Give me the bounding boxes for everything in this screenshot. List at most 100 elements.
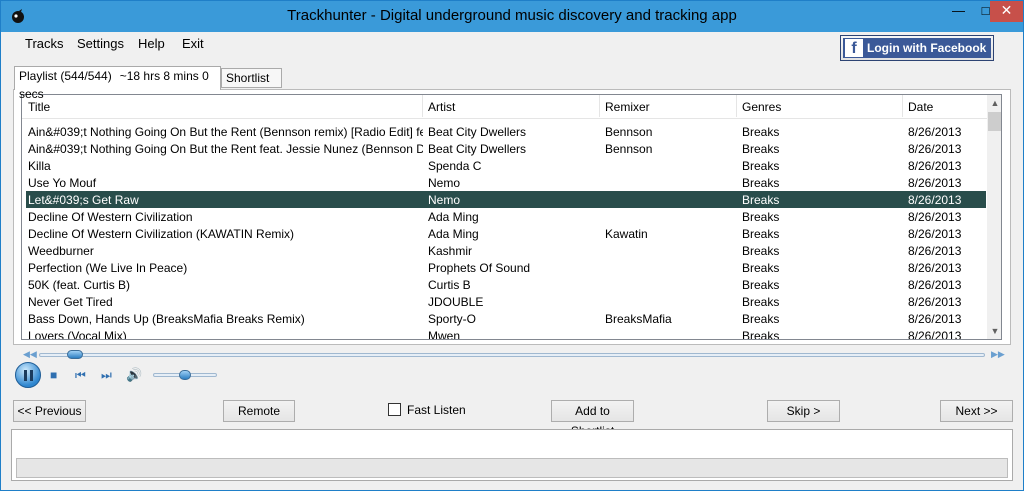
track-genre: Breaks: [742, 227, 780, 241]
table-row[interactable]: Ain&#039;t Nothing Going On But the Rent…: [26, 123, 986, 140]
table-row[interactable]: Killa Spenda C Breaks 8/26/2013: [26, 157, 986, 174]
previous-button[interactable]: << Previous: [13, 400, 86, 422]
track-artist: Beat City Dwellers: [428, 142, 527, 156]
skip-button[interactable]: Skip >: [767, 400, 840, 422]
track-date: 8/26/2013: [908, 193, 962, 207]
track-genre: Breaks: [742, 125, 780, 139]
track-genre: Breaks: [742, 329, 780, 340]
track-artist: Curtis B: [428, 278, 471, 292]
minimize-icon[interactable]: —: [945, 1, 972, 22]
track-remixer: Bennson: [605, 125, 653, 139]
track-remixer: BreaksMafia: [605, 312, 672, 326]
scrollbar-thumb[interactable]: [988, 112, 1001, 131]
column-divider[interactable]: [422, 95, 423, 117]
tab-playlist-label: Playlist (544/544): [19, 69, 112, 83]
table-row[interactable]: Never Get Tired JDOUBLE Breaks 8/26/2013: [26, 293, 986, 310]
track-genre: Breaks: [742, 193, 780, 207]
track-artist: Nemo: [428, 193, 461, 207]
track-artist: Ada Ming: [428, 210, 479, 224]
track-artist: Ada Ming: [428, 227, 479, 241]
volume-thumb[interactable]: [179, 370, 191, 380]
progress-bar: [16, 458, 1008, 478]
table-row[interactable]: Use Yo Mouf Nemo Breaks 8/26/2013: [26, 174, 986, 191]
track-date: 8/26/2013: [908, 329, 962, 340]
track-title: Never Get Tired: [28, 295, 113, 309]
track-list-header: Title Artist Remixer Genres Date: [22, 95, 988, 119]
table-row[interactable]: Lovers (Vocal Mix) Mwen Breaks 8/26/2013: [26, 327, 986, 340]
column-header-artist[interactable]: Artist: [428, 100, 455, 114]
track-artist: Kashmir: [428, 244, 473, 258]
track-date: 8/26/2013: [908, 261, 962, 275]
seek-back-icon: ◀◀: [23, 349, 37, 359]
next-track-icon[interactable]: ⏭: [101, 368, 112, 383]
scroll-up-icon[interactable]: ▲: [987, 95, 1001, 111]
track-date: 8/26/2013: [908, 176, 962, 190]
track-date: 8/26/2013: [908, 142, 962, 156]
close-icon[interactable]: ✕: [990, 1, 1023, 22]
column-divider[interactable]: [736, 95, 737, 117]
table-row[interactable]: Decline Of Western Civilization (KAWATIN…: [26, 225, 986, 242]
stop-icon[interactable]: ■: [50, 368, 57, 382]
column-header-date[interactable]: Date: [908, 100, 933, 114]
track-title: Perfection (We Live In Peace): [28, 261, 188, 275]
track-title: Decline Of Western Civilization (KAWATIN…: [28, 227, 295, 241]
table-row[interactable]: Decline Of Western Civilization Ada Ming B…: [26, 208, 986, 225]
track-date: 8/26/2013: [908, 159, 962, 173]
previous-track-icon[interactable]: ⏮: [75, 368, 86, 383]
title-bar[interactable]: Trackhunter - Digital underground music …: [1, 1, 1023, 32]
pause-button[interactable]: [15, 362, 41, 388]
table-row[interactable]: Weedburner Kashmir Breaks 8/26/2013: [26, 242, 986, 259]
track-date: 8/26/2013: [908, 244, 962, 258]
menu-tracks[interactable]: Tracks: [25, 36, 64, 51]
next-button[interactable]: Next >>: [940, 400, 1013, 422]
track-title: 50K (feat. Curtis B): [28, 278, 131, 292]
tab-shortlist[interactable]: Shortlist (0): [221, 68, 282, 103]
track-title: Bass Down, Hands Up (BreaksMafia Breaks …: [28, 312, 305, 326]
volume-icon[interactable]: 🔊: [126, 367, 142, 383]
table-row[interactable]: Ain&#039;t Nothing Going On But the Rent…: [26, 140, 986, 157]
track-genre: Breaks: [742, 159, 780, 173]
table-row[interactable]: Perfection (We Live In Peace) Prophets Of…: [26, 259, 986, 276]
menu-settings[interactable]: Settings: [77, 36, 124, 51]
track-artist: Beat City Dwellers: [428, 125, 527, 139]
track-remixer: Kawatin: [605, 227, 648, 241]
fast-listen-checkbox[interactable]: [388, 403, 401, 416]
facebook-login-inner: f Login with Facebook: [843, 38, 991, 58]
table-row[interactable]: Bass Down, Hands Up (BreaksMafia Breaks …: [26, 310, 986, 327]
track-remixer: Bennson: [605, 142, 653, 156]
app-window: Trackhunter - Digital underground music …: [0, 0, 1024, 491]
track-genre: Breaks: [742, 312, 780, 326]
vertical-scrollbar[interactable]: ▲ ▼: [987, 95, 1001, 339]
menu-exit[interactable]: Exit: [182, 36, 204, 51]
scroll-down-icon[interactable]: ▼: [987, 323, 1001, 339]
track-artist: Prophets Of Sound: [428, 261, 531, 275]
column-header-remixer[interactable]: Remixer: [605, 100, 650, 114]
status-panel: [11, 429, 1013, 481]
track-genre: Breaks: [742, 295, 780, 309]
seek-bar[interactable]: ◀◀ ▶▶: [23, 349, 1005, 361]
seek-thumb[interactable]: [67, 350, 84, 359]
track-date: 8/26/2013: [908, 312, 962, 326]
track-genre: Breaks: [742, 261, 780, 275]
track-genre: Breaks: [742, 244, 780, 258]
track-list[interactable]: Title Artist Remixer Genres Date Ain&#03…: [21, 94, 1002, 340]
remote-button[interactable]: Remote: [223, 400, 295, 422]
column-divider[interactable]: [902, 95, 903, 117]
track-artist: JDOUBLE: [428, 295, 484, 309]
facebook-login-button[interactable]: f Login with Facebook: [840, 35, 994, 61]
menu-help[interactable]: Help: [138, 36, 165, 51]
fast-listen-label: Fast Listen: [407, 403, 466, 417]
table-row[interactable]: 50K (feat. Curtis B) Curtis B Breaks 8/26/2…: [26, 276, 986, 293]
track-title: Weedburner: [28, 244, 94, 258]
table-row[interactable]: Let&#039;s Get Raw Nemo Breaks 8/26/2013: [26, 191, 986, 208]
column-divider[interactable]: [599, 95, 600, 117]
track-title: Use Yo Mouf: [28, 176, 97, 190]
track-genre: Breaks: [742, 278, 780, 292]
tab-playlist[interactable]: Playlist (544/544) ~18 hrs 8 mins 0 secs: [14, 66, 221, 101]
playlist-panel: Title Artist Remixer Genres Date Ain&#03…: [13, 89, 1011, 345]
window-title: Trackhunter - Digital underground music …: [287, 7, 737, 24]
player-controls: ■ ⏮ ⏭ 🔊: [15, 361, 315, 389]
column-header-genres[interactable]: Genres: [742, 100, 781, 114]
add-to-shortlist-button[interactable]: Add to Shortlist: [551, 400, 634, 438]
seek-track[interactable]: [39, 353, 985, 357]
